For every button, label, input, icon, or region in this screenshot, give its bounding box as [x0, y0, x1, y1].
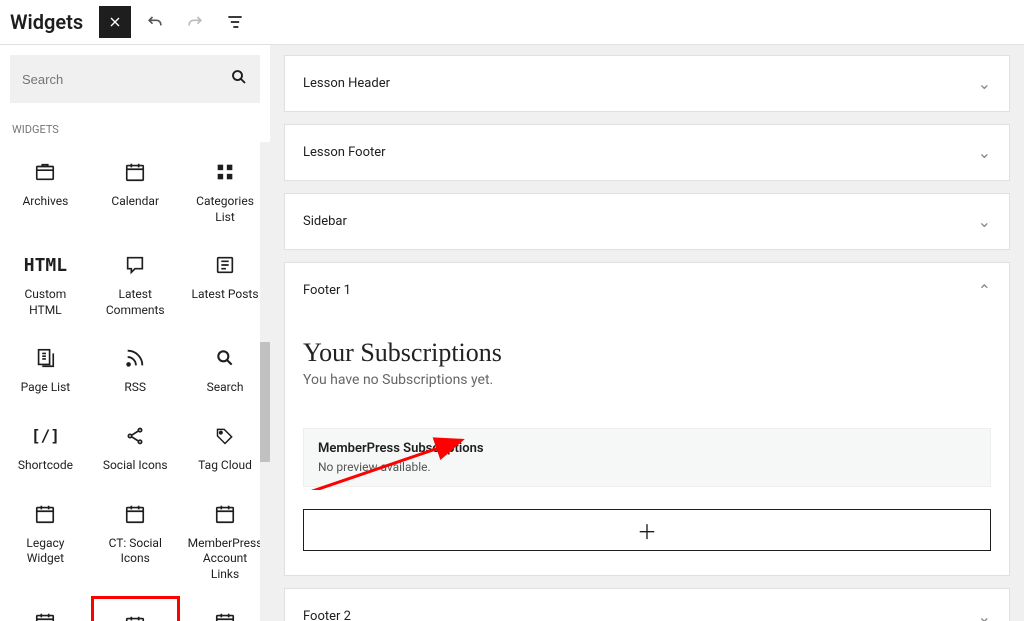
panel-lesson-header: Lesson Header ⌄ — [284, 55, 1010, 112]
panel-lesson-footer: Lesson Footer ⌄ — [284, 124, 1010, 181]
widget-custom-html[interactable]: HTML Custom HTML — [4, 239, 87, 328]
widget-latest-posts[interactable]: Latest Posts — [184, 239, 267, 328]
folder-icon — [33, 160, 57, 184]
add-block-button[interactable]: ＋ — [303, 509, 991, 551]
widget-ct-social-icons[interactable]: CT: Social Icons — [91, 488, 180, 593]
page-title: Widgets — [10, 10, 83, 34]
widget-social-icons[interactable]: Social Icons — [91, 410, 180, 484]
subscriptions-empty-text: You have no Subscriptions yet. — [303, 372, 991, 388]
comment-icon — [123, 253, 147, 277]
redo-button[interactable] — [179, 6, 211, 38]
widget-inserter-sidebar: WIDGETS Archives Calendar Categories Lis… — [0, 45, 270, 621]
widget-meta[interactable]: Meta — [184, 596, 267, 621]
grid-icon — [213, 160, 237, 184]
panel-body: Your Subscriptions You have no Subscript… — [285, 318, 1009, 575]
panel-header[interactable]: Footer 1 ⌃ — [285, 263, 1009, 318]
widget-rss[interactable]: RSS — [91, 332, 180, 406]
legacy-icon — [123, 502, 147, 526]
widget-memberpress-subscriptions[interactable]: MemberPress Subscriptions — [91, 596, 180, 621]
widget-categories-list[interactable]: Categories List — [184, 146, 267, 235]
widget-shortcode[interactable]: [/] Shortcode — [4, 410, 87, 484]
widget-preview-block[interactable]: MemberPress Subscriptions No preview ava… — [303, 428, 991, 487]
search-input[interactable] — [22, 72, 230, 87]
plus-icon: ＋ — [637, 516, 657, 545]
scrollbar-thumb[interactable] — [260, 342, 270, 462]
panel-header[interactable]: Lesson Header ⌄ — [285, 56, 1009, 111]
widget-legacy-widget[interactable]: Legacy Widget — [4, 488, 87, 593]
widget-calendar[interactable]: Calendar — [91, 146, 180, 235]
posts-icon — [213, 253, 237, 277]
undo-button[interactable] — [139, 6, 171, 38]
widget-memberpress-login[interactable]: MemberPress Login — [4, 596, 87, 621]
widget-memberpress-account-links[interactable]: MemberPress Account Links — [184, 488, 267, 593]
panel-header[interactable]: Footer 2 ⌄ — [285, 589, 1009, 621]
chevron-down-icon: ⌄ — [978, 212, 991, 231]
search-icon — [213, 346, 237, 370]
legacy-icon — [123, 613, 147, 621]
panel-header[interactable]: Sidebar ⌄ — [285, 194, 1009, 249]
shortcode-icon: [/] — [33, 424, 57, 448]
list-view-button[interactable] — [219, 6, 251, 38]
top-toolbar: Widgets — [0, 0, 1024, 45]
legacy-icon — [213, 502, 237, 526]
widget-areas-main: Lesson Header ⌄ Lesson Footer ⌄ Sidebar … — [270, 45, 1024, 621]
section-label: WIDGETS — [0, 117, 270, 142]
panel-sidebar: Sidebar ⌄ — [284, 193, 1010, 250]
close-button[interactable] — [99, 6, 131, 38]
legacy-icon — [213, 610, 237, 621]
panel-footer-2: Footer 2 ⌄ — [284, 588, 1010, 621]
chevron-down-icon: ⌄ — [978, 143, 991, 162]
search-icon — [230, 68, 248, 90]
chevron-down-icon: ⌄ — [978, 74, 991, 93]
widget-search[interactable]: Search — [184, 332, 267, 406]
panel-header[interactable]: Lesson Footer ⌄ — [285, 125, 1009, 180]
tag-icon — [213, 424, 237, 448]
chevron-down-icon: ⌄ — [978, 607, 991, 621]
calendar-icon — [123, 160, 147, 184]
html-icon: HTML — [33, 253, 57, 277]
preview-block-text: No preview available. — [318, 460, 976, 474]
widget-grid: Archives Calendar Categories List HTML C… — [0, 142, 270, 621]
legacy-icon — [33, 502, 57, 526]
widget-tag-cloud[interactable]: Tag Cloud — [184, 410, 267, 484]
widget-latest-comments[interactable]: Latest Comments — [91, 239, 180, 328]
widget-archives[interactable]: Archives — [4, 146, 87, 235]
search-box — [10, 55, 260, 103]
chevron-up-icon: ⌃ — [978, 281, 991, 300]
pages-icon — [33, 346, 57, 370]
share-icon — [123, 424, 147, 448]
legacy-icon — [33, 610, 57, 621]
panel-footer-1: Footer 1 ⌃ Your Subscriptions You have n… — [284, 262, 1010, 576]
subscriptions-title: Your Subscriptions — [303, 338, 991, 368]
widget-page-list[interactable]: Page List — [4, 332, 87, 406]
rss-icon — [123, 346, 147, 370]
preview-block-title: MemberPress Subscriptions — [318, 441, 976, 456]
